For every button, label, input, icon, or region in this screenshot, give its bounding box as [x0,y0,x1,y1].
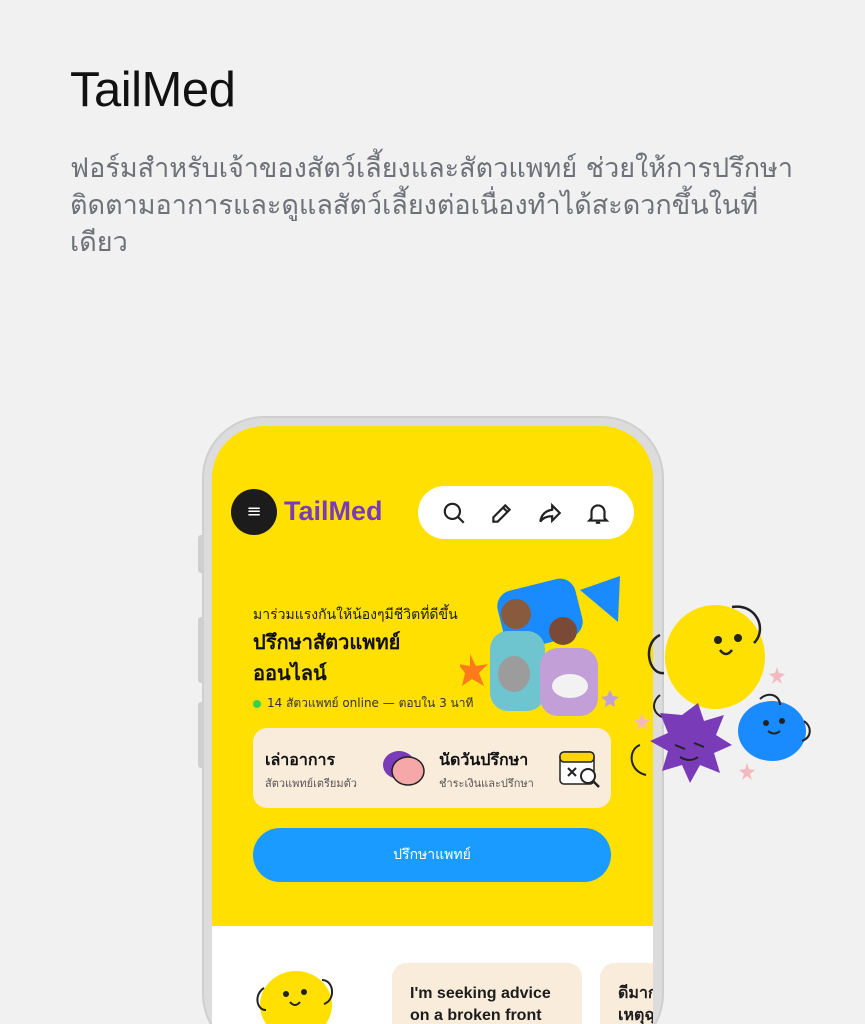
online-status: 14 สัตวแพทย์ online — ตอบใน 3 นาที [253,694,473,713]
book-appointment-button[interactable]: นัดวันปรึกษา ชำระเงินและปรึกษา [433,728,611,808]
online-dot-icon [253,699,261,708]
describe-symptom-sub: สัตวแพทย์เตรียมตัว [265,777,357,790]
top-toolbar [418,486,634,539]
consult-doctor-button[interactable]: ปรึกษาแพทย์ [253,828,611,882]
share-icon[interactable] [537,500,563,526]
bell-icon[interactable] [585,500,611,526]
page-title: TailMed [70,63,236,117]
bottom-section: I'm seeking advice on a broken front ดีม… [212,926,653,1024]
chat-bubble-icon [383,751,425,786]
mascot-group-illustration [630,605,811,783]
hero-title: ปรึกษาสัตวแพทย์ ออนไลน์ [253,630,401,685]
book-appointment-sub: ชำระเงินและปรึกษา [439,777,534,790]
chat-card[interactable]: ดีมาก เหตุฉุ [600,963,653,1024]
chat-card[interactable]: I'm seeking advice on a broken front [392,963,582,1024]
describe-symptom-button[interactable]: เล่าอาการ สัตวแพทย์เตรียมตัว [253,728,433,808]
calendar-search-icon [559,751,600,788]
hero-subtitle: มาร่วมแรงกันให้น้องๆมีชีวิตที่ดีขึ้น [253,607,458,623]
online-status-text: 14 สัตวแพทย์ online — ตอบใน 3 นาที [267,696,474,710]
book-appointment-title: นัดวันปรึกษา [439,750,529,769]
dog-mascot-icon [256,971,333,1024]
page-description: ฟอร์มสำหรับเจ้าของสัตว์เลี้ยงและสัตวแพทย… [70,153,794,258]
search-icon[interactable] [441,500,467,526]
action-card: เล่าอาการ สัตวแพทย์เตรียมตัว นัดวันปรึกษ… [253,728,611,808]
edit-icon[interactable] [489,500,515,526]
vet-team-illustration [460,576,620,716]
chat-card-text: ดีมาก เหตุฉุ [618,985,653,1024]
app-logo: TailMed [284,496,383,526]
chat-card-text: I'm seeking advice on a broken front [410,985,551,1024]
menu-button[interactable]: ≡ [231,489,277,535]
menu-icon: ≡ [246,501,262,522]
app-screen: ≡ TailMed มาร่วมแรงกันให้น้องๆมีชีวิตที่… [212,426,653,1024]
describe-symptom-title: เล่าอาการ [265,750,336,769]
